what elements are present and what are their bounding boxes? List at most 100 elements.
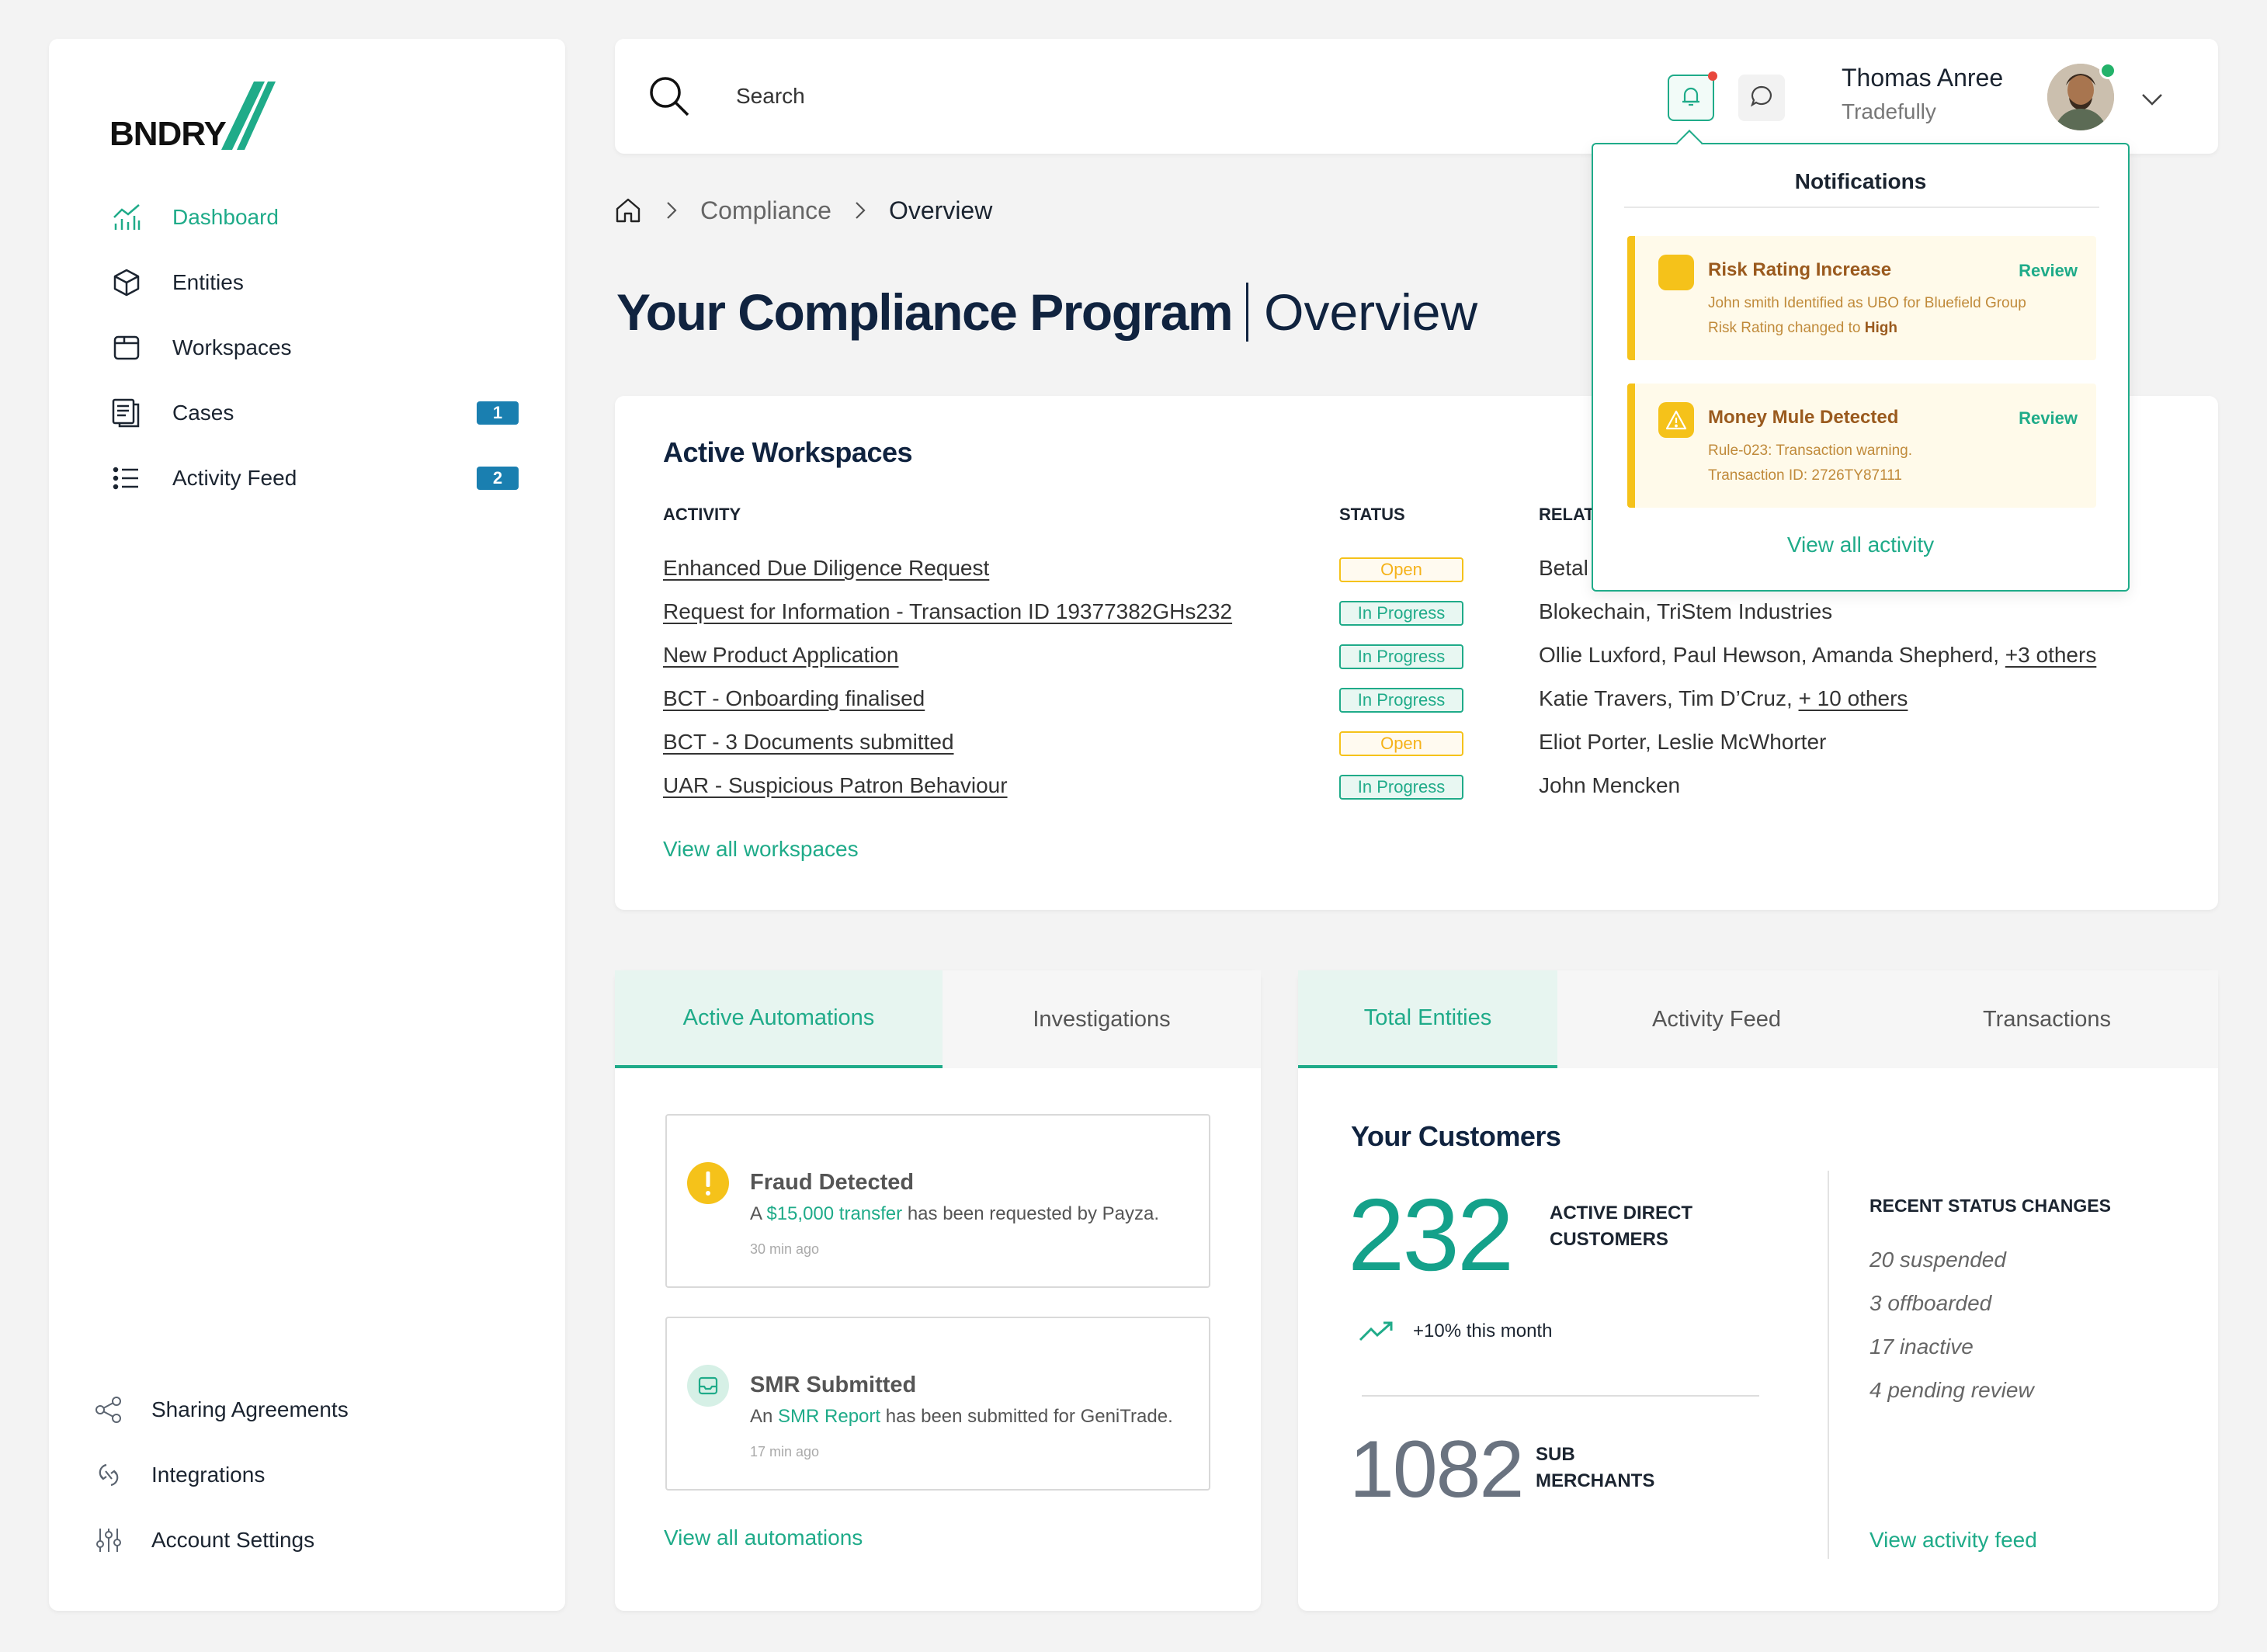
trending-up-icon [1359, 1320, 1394, 1343]
tab-total-entities[interactable]: Total Entities [1298, 970, 1557, 1068]
home-icon[interactable] [613, 196, 643, 225]
logo-slash-icon [220, 82, 276, 150]
tab-investigations[interactable]: Investigations [943, 970, 1261, 1068]
share-icon [89, 1390, 128, 1429]
list-item: 4 pending review [1869, 1378, 2034, 1402]
automation-item-fraud[interactable]: Fraud Detected A $15,000 transfer has be… [665, 1114, 1210, 1288]
sidebar-item-dashboard[interactable]: Dashboard [107, 198, 519, 237]
chat-bubble-icon [1748, 83, 1775, 113]
status-badge: In Progress [1339, 644, 1463, 669]
column-header-status: STATUS [1339, 505, 1405, 524]
sidebar-item-activity-feed[interactable]: Activity Feed 2 [107, 459, 519, 498]
notification-item[interactable]: Risk Rating Increase Review John smith I… [1627, 236, 2096, 360]
related-names: Eliot Porter, Leslie McWhorter [1539, 730, 1827, 754]
page-title-main: Your Compliance Program [616, 283, 1234, 341]
review-button[interactable]: Review [2019, 408, 2078, 429]
alert-icon [687, 1162, 729, 1204]
tab-active-automations[interactable]: Active Automations [615, 970, 943, 1068]
messages-button[interactable] [1738, 75, 1785, 121]
sliders-icon [89, 1521, 128, 1560]
notifications-title: Notifications [1794, 169, 1927, 193]
workspace-link[interactable]: UAR - Suspicious Patron Behaviour [663, 773, 1008, 798]
logo-text: BNDRY [109, 115, 227, 153]
related-parties: Eliot Porter, Leslie McWhorter [1539, 730, 1826, 755]
detail-text: Risk Rating changed to [1708, 320, 1865, 336]
activity-count-badge: 2 [477, 467, 519, 490]
view-all-automations-link[interactable]: View all automations [664, 1525, 863, 1550]
workspace-link[interactable]: BCT - 3 Documents submitted [663, 730, 954, 755]
section-title: Active Workspaces [663, 436, 913, 468]
notifications-popover: Notifications Risk Rating Increase Revie… [1592, 143, 2130, 592]
automations-tabs: Active Automations Investigations [615, 970, 1261, 1068]
view-all-workspaces-link[interactable]: View all workspaces [663, 837, 859, 862]
related-parties: Ollie Luxford, Paul Hewson, Amanda Sheph… [1539, 643, 2096, 668]
table-row: BCT - 3 Documents submitted Open Eliot P… [615, 727, 2218, 758]
column-divider [1828, 1171, 1829, 1559]
label-line: MERCHANTS [1536, 1470, 1655, 1491]
sidebar-item-sharing-agreements[interactable]: Sharing Agreements [89, 1390, 349, 1429]
growth-text: +10% this month [1413, 1321, 1553, 1341]
risk-icon [1658, 255, 1694, 290]
active-customers-label: ACTIVE DIRECT CUSTOMERS [1550, 1200, 1692, 1253]
sidebar-item-integrations[interactable]: Integrations [89, 1456, 265, 1494]
related-parties: Blokechain, TriStem Industries [1539, 599, 1832, 624]
automation-title: Fraud Detected [750, 1170, 915, 1195]
desc-text: has been submitted for GeniTrade. [880, 1406, 1173, 1427]
transfer-link[interactable]: $15,000 transfer [766, 1203, 902, 1224]
sub-merchants-count: 1082 [1349, 1425, 1524, 1515]
workspace-link[interactable]: Enhanced Due Diligence Request [663, 556, 989, 581]
automations-card: Active Automations Investigations Fraud … [615, 970, 1261, 1611]
timestamp: 30 min ago [750, 1241, 820, 1257]
unread-dot [1708, 71, 1717, 81]
automation-item-smr[interactable]: SMR Submitted An SMR Report has been sub… [665, 1317, 1210, 1491]
view-all-activity-link[interactable]: View all activity [1593, 533, 2128, 557]
view-activity-feed-link[interactable]: View activity feed [1869, 1528, 2037, 1553]
sidebar-item-label: Workspaces [172, 335, 292, 359]
table-row: BCT - Onboarding finalised In Progress K… [615, 683, 2218, 714]
desc-text: has been requested by Payza. [902, 1203, 1160, 1224]
tab-transactions[interactable]: Transactions [1876, 970, 2218, 1068]
status-badge: Open [1339, 731, 1463, 756]
desc-text: An [750, 1406, 779, 1427]
chevron-down-icon[interactable] [2137, 84, 2168, 115]
workspace-link[interactable]: Request for Information - Transaction ID… [663, 599, 1232, 624]
workspace-link[interactable]: New Product Application [663, 643, 899, 668]
sidebar-item-label: Entities [172, 270, 244, 294]
related-parties: Betal [1539, 556, 1588, 581]
search-icon[interactable] [646, 73, 693, 120]
user-name[interactable]: Thomas Anree [1842, 64, 2003, 92]
notification-detail: Rule-023: Transaction warning. [1708, 442, 1912, 459]
integrations-icon [89, 1456, 128, 1494]
sidebar-item-cases[interactable]: Cases 1 [107, 394, 519, 432]
brand-logo[interactable]: BNDRY [109, 82, 276, 151]
notification-item[interactable]: Money Mule Detected Review Rule-023: Tra… [1627, 384, 2096, 508]
chart-icon [107, 198, 146, 237]
top-header: Search Thomas Anree Tradefully [615, 39, 2218, 154]
status-badge: Open [1339, 557, 1463, 582]
search-input[interactable]: Search [736, 84, 805, 109]
more-related-link[interactable]: +3 others [2005, 643, 2097, 667]
notifications-button[interactable] [1668, 71, 1717, 121]
inbox-icon [687, 1365, 729, 1407]
breadcrumb: Compliance Overview [613, 191, 992, 230]
workspace-link[interactable]: BCT - Onboarding finalised [663, 686, 925, 711]
more-related-link[interactable]: + 10 others [1799, 686, 1908, 710]
page-title-sub: Overview [1264, 283, 1478, 341]
column-header-activity: ACTIVITY [663, 505, 741, 524]
divider [1362, 1395, 1759, 1397]
sidebar-item-workspaces[interactable]: Workspaces [107, 328, 519, 367]
growth-indicator: +10% this month [1359, 1320, 1552, 1343]
chevron-right-icon [852, 199, 869, 222]
smr-report-link[interactable]: SMR Report [778, 1406, 880, 1427]
breadcrumb-compliance[interactable]: Compliance [700, 196, 831, 225]
sidebar-item-account-settings[interactable]: Account Settings [89, 1521, 314, 1560]
sub-merchants-label: SUB MERCHANTS [1536, 1442, 1654, 1494]
review-button[interactable]: Review [2019, 261, 2078, 281]
automation-description: A $15,000 transfer has been requested by… [750, 1203, 1159, 1225]
sidebar-item-label: Activity Feed [172, 466, 297, 490]
column-header-related: RELAT [1539, 505, 1595, 524]
sidebar-item-entities[interactable]: Entities [107, 263, 519, 302]
timestamp: 17 min ago [750, 1444, 820, 1459]
sidebar-item-label: Integrations [151, 1463, 266, 1487]
tab-activity-feed[interactable]: Activity Feed [1557, 970, 1876, 1068]
